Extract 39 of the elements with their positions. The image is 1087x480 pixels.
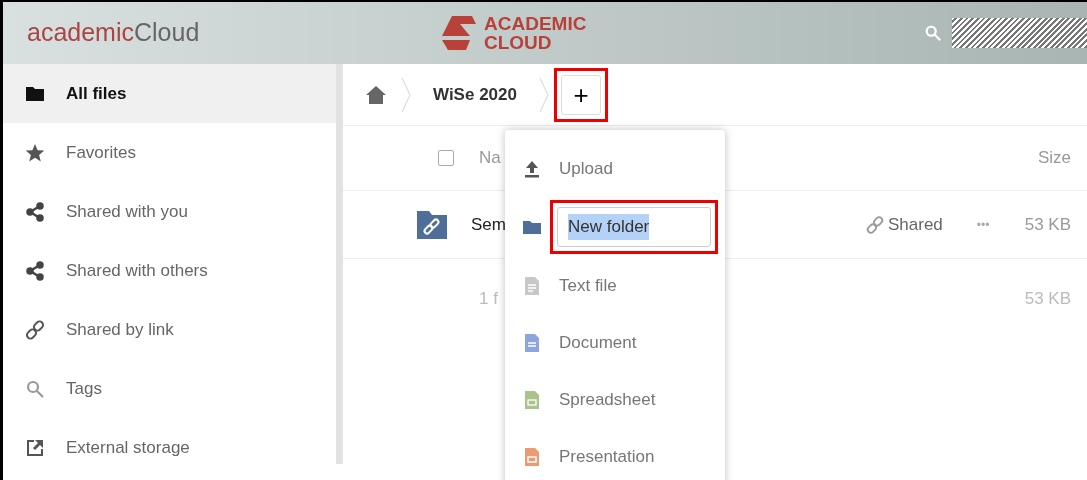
sidebar-item[interactable]: External storage <box>3 418 336 477</box>
search-icon <box>25 378 45 399</box>
chevron-icon <box>401 76 411 113</box>
select-all-checkbox[interactable] <box>438 150 454 166</box>
menu-item[interactable]: Spreadsheet <box>505 371 725 428</box>
sidebar-item[interactable]: Shared with others <box>3 241 336 300</box>
share-icon <box>25 260 45 281</box>
document-icon <box>523 332 541 353</box>
presentation-icon <box>523 446 541 467</box>
spreadsheet-icon <box>523 389 541 410</box>
star-icon <box>25 142 45 163</box>
home-icon[interactable] <box>365 84 387 105</box>
menu-item[interactable]: Presentation <box>505 428 725 480</box>
menu-item[interactable]: Document <box>505 314 725 371</box>
breadcrumb-item[interactable]: WiSe 2020 <box>433 81 517 108</box>
file-size: 53 KB <box>1024 213 1071 236</box>
share-status[interactable]: Shared <box>887 211 943 238</box>
brand-name[interactable]: academicCloud <box>3 14 383 52</box>
chevron-icon <box>538 76 549 113</box>
sidebar-item[interactable]: Shared by link <box>3 300 336 359</box>
search-icon[interactable] <box>924 24 942 42</box>
folder-name-field[interactable]: New folder <box>557 207 711 247</box>
sidebar-item[interactable]: Favorites <box>3 123 336 182</box>
link-icon <box>25 319 45 340</box>
sidebar-item[interactable]: Shared with you <box>3 182 336 241</box>
menu-item[interactable]: Text file <box>505 257 725 314</box>
file-name[interactable]: Sem <box>471 211 506 238</box>
add-button[interactable]: + <box>560 74 601 115</box>
summary-text: 1 f <box>479 288 498 311</box>
sidebar-item[interactable]: All files <box>3 64 336 123</box>
scrollbar[interactable] <box>336 64 343 464</box>
share-icon <box>25 201 45 222</box>
summary-size: 53 KB <box>1024 288 1071 311</box>
sidebar-item[interactable]: Tags <box>3 359 336 418</box>
link-icon <box>865 215 884 234</box>
external-link-icon <box>25 437 45 458</box>
logo-text: ACADEMIC CLOUD <box>484 14 587 52</box>
text-file-icon <box>523 275 541 296</box>
shared-folder-icon <box>417 210 447 239</box>
